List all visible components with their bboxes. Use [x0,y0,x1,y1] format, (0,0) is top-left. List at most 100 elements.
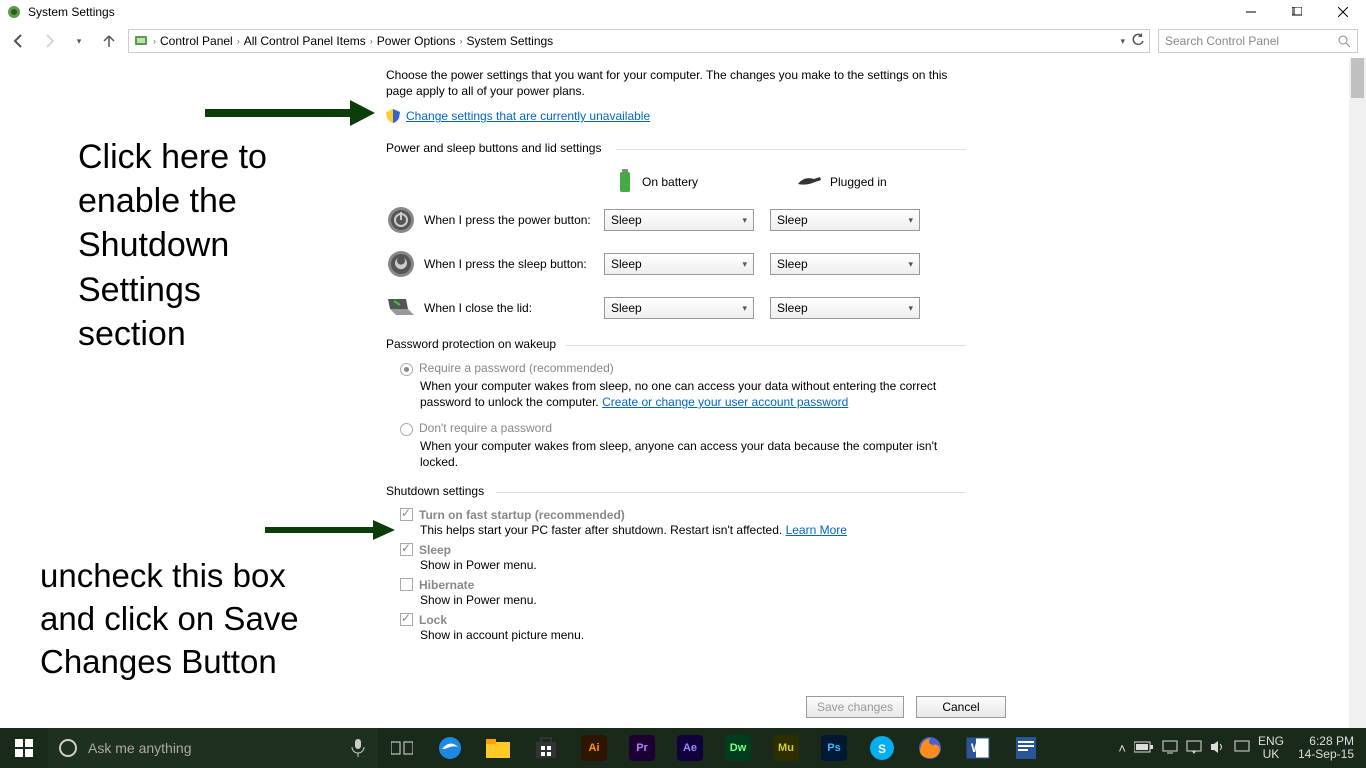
cancel-button[interactable]: Cancel [916,696,1006,718]
power-button-icon [386,205,416,235]
address-bar[interactable]: › Control Panel › All Control Panel Item… [128,29,1150,53]
lock-checkbox [400,613,413,626]
cortana-placeholder: Ask me anything [88,740,192,756]
tray-chevron-icon[interactable]: ˄ [1118,741,1126,756]
chevron-right-icon[interactable]: › [153,36,156,46]
create-password-link[interactable]: Create or change your user account passw… [602,395,848,409]
cortana-search[interactable]: Ask me anything [48,728,378,768]
lock-label: Lock [419,613,447,627]
change-settings-link[interactable]: Change settings that are currently unava… [406,109,650,123]
word-icon[interactable]: W [954,728,1002,768]
taskbar: Ask me anything Ai Pr Ae Dw Mu Ps S W ˄ … [0,728,1366,768]
forward-button[interactable] [38,30,60,52]
sleep-battery-select[interactable]: Sleep [604,253,754,275]
illustrator-icon[interactable]: Ai [570,728,618,768]
breadcrumb-item[interactable]: Power Options [377,34,456,48]
aftereffects-icon[interactable]: Ae [666,728,714,768]
breadcrumb-item[interactable]: All Control Panel Items [244,34,366,48]
on-battery-label: On battery [642,175,698,189]
lid-battery-select[interactable]: Sleep [604,297,754,319]
maximize-button[interactable] [1274,0,1320,24]
sleep-plugged-select[interactable]: Sleep [770,253,920,275]
password-section-title: Password protection on wakeup [386,337,564,351]
power-battery-select[interactable]: Sleep [604,209,754,231]
word-doc-icon[interactable] [1002,728,1050,768]
app-icon [6,4,22,20]
microphone-icon[interactable] [338,739,378,757]
tray-clock[interactable]: 6:28 PM14-Sep-15 [1292,735,1360,761]
tray-notification-icon[interactable] [1234,740,1250,757]
store-icon[interactable] [522,728,570,768]
task-view-icon[interactable] [378,728,426,768]
save-changes-button[interactable]: Save changes [806,696,904,718]
chevron-right-icon[interactable]: › [459,36,462,46]
hibernate-label: Hibernate [419,578,474,592]
power-button-label: When I press the power button: [424,213,604,227]
window-title: System Settings [28,5,115,19]
file-explorer-icon[interactable] [474,728,522,768]
scrollbar-thumb[interactable] [1351,58,1364,98]
recent-dropdown[interactable]: ▾ [68,30,90,52]
buttons-section-title: Power and sleep buttons and lid settings [386,141,609,155]
close-button[interactable] [1320,0,1366,24]
annotation-text-2: uncheck this boxand click on SaveChanges… [40,555,299,684]
chevron-right-icon[interactable]: › [370,36,373,46]
require-password-label: Require a password (recommended) [419,361,614,375]
svg-text:S: S [878,742,886,756]
control-panel-icon [133,32,149,51]
search-placeholder: Search Control Panel [1165,34,1338,48]
lid-icon [386,293,416,323]
sleep-button-label: When I press the sleep button: [424,257,604,271]
dreamweaver-icon[interactable]: Dw [714,728,762,768]
premiere-icon[interactable]: Pr [618,728,666,768]
tray-action-icon[interactable] [1186,740,1202,757]
lock-desc: Show in account picture menu. [420,628,966,642]
intro-text: Choose the power settings that you want … [386,68,966,99]
annotation-arrow-2 [265,518,395,542]
scrollbar[interactable] [1349,58,1366,728]
plugged-in-label: Plugged in [830,175,887,189]
breadcrumb-item[interactable]: System Settings [466,34,553,48]
lid-label: When I close the lid: [424,301,604,315]
address-dropdown-icon[interactable]: ▾ [1120,36,1125,47]
back-button[interactable] [8,30,30,52]
edge-icon[interactable] [426,728,474,768]
shield-icon [386,109,400,123]
tray-volume-icon[interactable] [1210,740,1226,757]
up-button[interactable] [98,30,120,52]
search-icon [1338,35,1351,48]
sleep-button-icon [386,249,416,279]
breadcrumb-item[interactable]: Control Panel [160,34,233,48]
cortana-icon [48,738,88,758]
tray-language[interactable]: ENGUK [1258,735,1284,761]
hibernate-desc: Show in Power menu. [420,593,966,607]
fast-startup-checkbox [400,508,413,521]
start-button[interactable] [0,728,48,768]
tray-battery-icon[interactable] [1134,741,1154,756]
dont-require-password-radio [400,423,413,436]
plug-icon [796,174,822,191]
minimize-button[interactable] [1228,0,1274,24]
dont-require-password-label: Don't require a password [419,421,552,435]
sleep-checkbox [400,543,413,556]
sleep-label: Sleep [419,543,451,557]
photoshop-icon[interactable]: Ps [810,728,858,768]
chevron-right-icon[interactable]: › [237,36,240,46]
sleep-desc: Show in Power menu. [420,558,966,572]
lid-plugged-select[interactable]: Sleep [770,297,920,319]
battery-icon [616,169,634,195]
learn-more-link[interactable]: Learn More [786,523,847,537]
require-password-desc: When your computer wakes from sleep, no … [420,378,940,410]
skype-icon[interactable]: S [858,728,906,768]
refresh-icon[interactable] [1131,33,1145,50]
fast-startup-desc: This helps start your PC faster after sh… [420,523,966,537]
muse-icon[interactable]: Mu [762,728,810,768]
firefox-icon[interactable] [906,728,954,768]
search-input[interactable]: Search Control Panel [1158,29,1358,53]
dont-require-password-desc: When your computer wakes from sleep, any… [420,438,940,470]
power-plugged-select[interactable]: Sleep [770,209,920,231]
shutdown-section-title: Shutdown settings [386,484,492,498]
tray-network-icon[interactable] [1162,740,1178,757]
fast-startup-label: Turn on fast startup (recommended) [419,508,625,522]
annotation-text-1: Click here toenable theShutdownSettingss… [78,135,267,356]
